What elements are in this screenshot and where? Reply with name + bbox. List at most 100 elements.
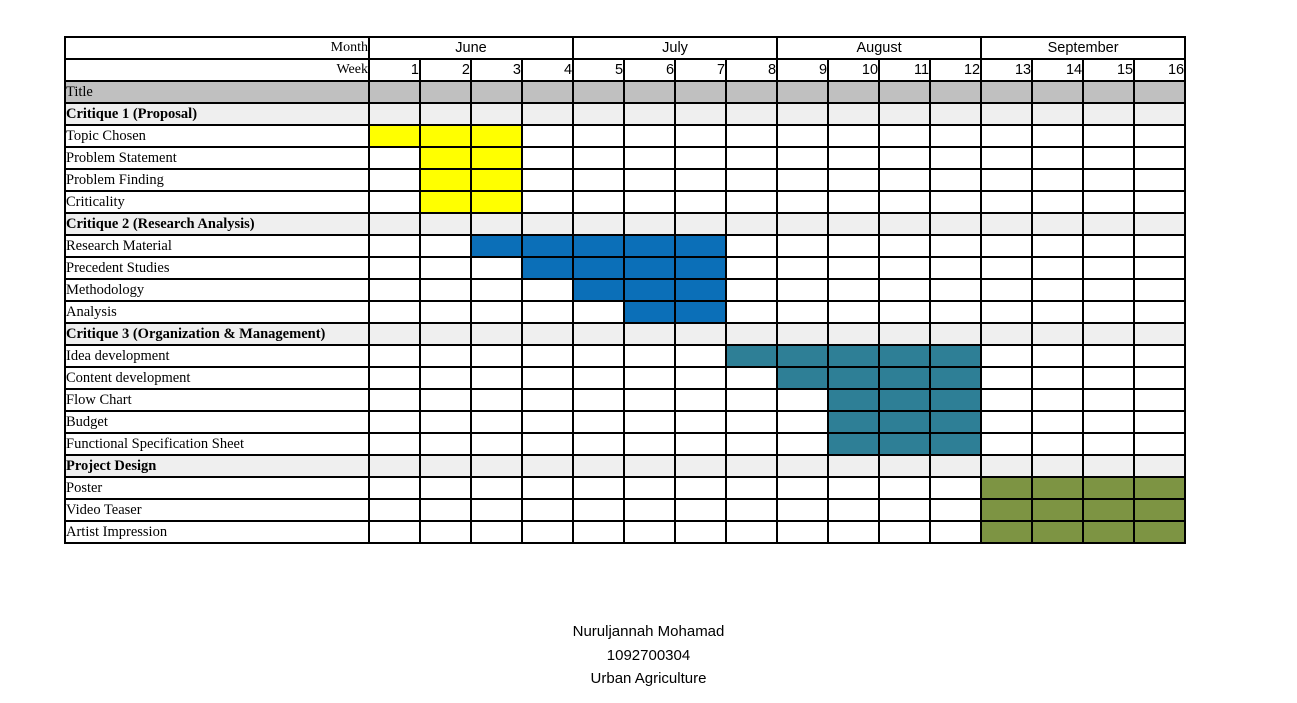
gantt-empty-cell: [980, 80, 1034, 104]
gantt-empty-cell: [674, 80, 728, 104]
gantt-empty-cell: [1082, 300, 1136, 324]
gantt-empty-cell: [470, 520, 523, 544]
gantt-empty-cell: [776, 322, 830, 346]
gantt-empty-cell: [980, 300, 1034, 324]
gantt-empty-cell: [725, 124, 779, 148]
gantt-chart: Month June July August September Week 12345…: [64, 36, 1187, 544]
gantt-bar-cell: [674, 300, 728, 324]
gantt-empty-cell: [368, 278, 421, 302]
gantt-bar-cell: [1082, 520, 1136, 544]
row-label: Criticality: [64, 190, 370, 214]
gantt-empty-cell: [878, 80, 932, 104]
gantt-empty-cell: [980, 454, 1034, 478]
gantt-empty-cell: [929, 234, 983, 258]
gantt-empty-cell: [623, 366, 677, 390]
gantt-empty-cell: [1082, 278, 1136, 302]
week-header-cell: 9: [776, 58, 830, 82]
gantt-empty-cell: [470, 300, 523, 324]
gantt-empty-cell: [1082, 146, 1136, 170]
gantt-empty-cell: [572, 168, 626, 192]
gantt-bar-cell: [929, 366, 983, 390]
gantt-empty-cell: [572, 124, 626, 148]
gantt-bar-cell: [520, 256, 575, 280]
gantt-empty-cell: [1133, 256, 1187, 280]
gantt-empty-cell: [827, 190, 881, 214]
gantt-empty-cell: [1133, 190, 1187, 214]
gantt-bar-cell: [1082, 476, 1136, 500]
gantt-bar-cell: [776, 344, 830, 368]
week-header-cell: 12: [929, 58, 983, 82]
gantt-empty-cell: [1082, 234, 1136, 258]
week-header-cell: 8: [725, 58, 779, 82]
gantt-empty-cell: [776, 300, 830, 324]
gantt-bar-cell: [929, 432, 983, 456]
gantt-empty-cell: [1082, 344, 1136, 368]
row-label: Critique 1 (Proposal): [64, 102, 370, 126]
gantt-empty-cell: [623, 410, 677, 434]
gantt-empty-cell: [419, 476, 472, 500]
gantt-empty-cell: [878, 322, 932, 346]
gantt-empty-cell: [419, 278, 472, 302]
gantt-empty-cell: [419, 322, 472, 346]
gantt-empty-cell: [674, 410, 728, 434]
gantt-table-body: Title Critique 1 (Proposal) Topic Chosen Pr…: [64, 80, 1187, 544]
gantt-empty-cell: [725, 322, 779, 346]
gantt-empty-cell: [1031, 388, 1085, 412]
gantt-empty-cell: [1133, 80, 1187, 104]
gantt-empty-cell: [1082, 80, 1136, 104]
gantt-empty-cell: [1133, 388, 1187, 412]
gantt-empty-cell: [1133, 300, 1187, 324]
gantt-empty-cell: [1031, 146, 1085, 170]
gantt-section-row: Critique 3 (Organization & Management): [64, 322, 1187, 346]
gantt-empty-cell: [1082, 190, 1136, 214]
gantt-empty-cell: [725, 80, 779, 104]
gantt-empty-cell: [520, 300, 575, 324]
gantt-empty-cell: [878, 454, 932, 478]
gantt-task-row: Poster: [64, 476, 1187, 500]
gantt-empty-cell: [1031, 124, 1085, 148]
row-label: Topic Chosen: [64, 124, 370, 148]
gantt-empty-cell: [980, 278, 1034, 302]
gantt-empty-cell: [725, 410, 779, 434]
gantt-bar-cell: [470, 124, 523, 148]
gantt-empty-cell: [572, 454, 626, 478]
gantt-empty-cell: [623, 520, 677, 544]
gantt-task-row: Budget: [64, 410, 1187, 434]
gantt-empty-cell: [980, 168, 1034, 192]
gantt-empty-cell: [674, 190, 728, 214]
gantt-empty-cell: [776, 256, 830, 280]
gantt-empty-cell: [572, 190, 626, 214]
gantt-bar-cell: [419, 168, 472, 192]
student-id: 1092700304: [606, 646, 691, 664]
gantt-empty-cell: [674, 322, 728, 346]
gantt-empty-cell: [520, 432, 575, 456]
row-label: Analysis: [64, 300, 370, 324]
gantt-empty-cell: [1031, 212, 1085, 236]
gantt-bar-cell: [725, 344, 779, 368]
gantt-empty-cell: [725, 146, 779, 170]
gantt-empty-cell: [1082, 212, 1136, 236]
gantt-bar-cell: [623, 234, 677, 258]
gantt-empty-cell: [520, 212, 575, 236]
gantt-empty-cell: [878, 146, 932, 170]
gantt-empty-cell: [572, 410, 626, 434]
gantt-empty-cell: [1133, 410, 1187, 434]
gantt-empty-cell: [623, 146, 677, 170]
gantt-empty-cell: [776, 520, 830, 544]
gantt-section-row: Critique 1 (Proposal): [64, 102, 1187, 126]
gantt-empty-cell: [1133, 322, 1187, 346]
gantt-empty-cell: [980, 146, 1034, 170]
gantt-empty-cell: [470, 388, 523, 412]
gantt-task-row: Problem Finding: [64, 168, 1187, 192]
gantt-empty-cell: [623, 454, 677, 478]
gantt-empty-cell: [623, 388, 677, 412]
gantt-empty-cell: [827, 256, 881, 280]
gantt-empty-cell: [929, 498, 983, 522]
gantt-empty-cell: [470, 80, 523, 104]
gantt-bar-cell: [929, 410, 983, 434]
gantt-bar-cell: [878, 344, 932, 368]
gantt-empty-cell: [878, 234, 932, 258]
gantt-empty-cell: [827, 80, 881, 104]
gantt-empty-cell: [419, 498, 472, 522]
gantt-empty-cell: [980, 410, 1034, 434]
